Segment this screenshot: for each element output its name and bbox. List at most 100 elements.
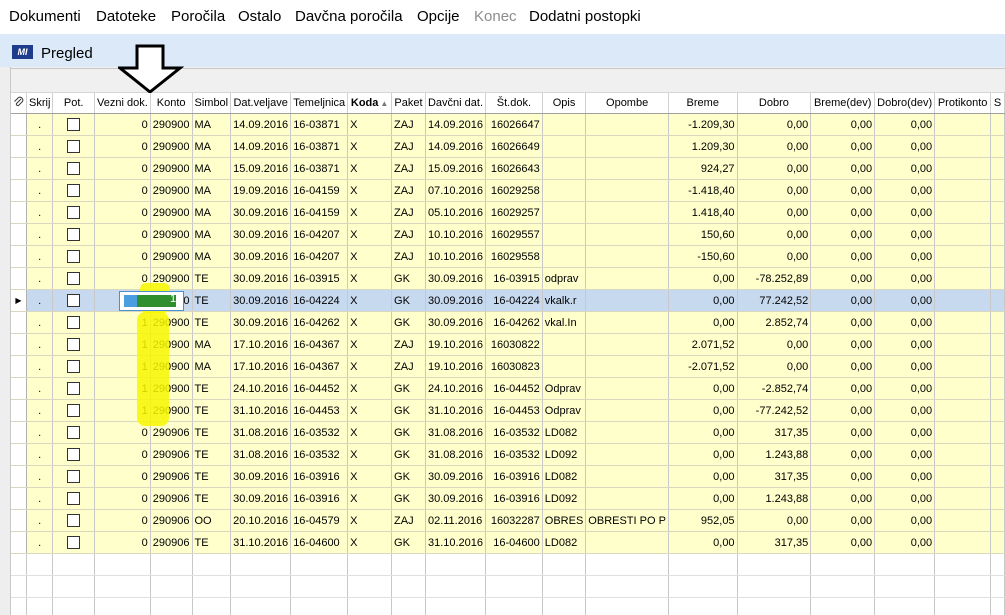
cell-tem[interactable]: 16-04159 <box>290 201 349 224</box>
cell-paket[interactable]: ZAJ <box>391 333 426 356</box>
cell-vezni[interactable]: 0 <box>94 465 151 488</box>
pot-checkbox[interactable] <box>67 448 81 461</box>
cell-paket[interactable]: GK <box>391 399 426 422</box>
cell-ddat[interactable]: 05.10.2016 <box>425 201 487 224</box>
cell-dat[interactable]: 30.09.2016 <box>230 311 292 334</box>
row-selector[interactable] <box>11 399 27 422</box>
cell-ddat[interactable]: 07.10.2016 <box>425 179 487 202</box>
pot-checkbox[interactable] <box>67 206 81 219</box>
column-header-breme[interactable]: Breme <box>668 93 738 114</box>
cell-simbol[interactable]: MA <box>192 157 232 180</box>
cell-dat[interactable]: 30.09.2016 <box>230 267 292 290</box>
cell-paket[interactable]: ZAJ <box>391 135 426 158</box>
cell-dat[interactable]: 20.10.2016 <box>230 509 292 532</box>
cell-konto[interactable]: 290906 <box>150 509 193 532</box>
pot-checkbox[interactable] <box>67 426 81 439</box>
cell-stdok[interactable]: 16029558 <box>485 245 543 268</box>
cell-bdev[interactable]: 0,00 <box>810 333 876 356</box>
cell-protikonto[interactable] <box>934 333 992 356</box>
cell-paket[interactable]: GK <box>391 487 426 510</box>
column-header-protikonto[interactable]: Protikonto <box>934 93 992 114</box>
menu-dokumenti[interactable]: Dokumenti <box>9 8 81 25</box>
cell-protikonto[interactable] <box>934 421 992 444</box>
cell-s[interactable] <box>990 333 1005 356</box>
cell-ddat[interactable]: 31.08.2016 <box>425 421 487 444</box>
cell-opis[interactable]: Odprav <box>542 399 587 422</box>
cell-breme[interactable]: 2.071,52 <box>668 333 738 356</box>
cell-opombe[interactable] <box>585 443 669 466</box>
cell-tem[interactable]: 16-04453 <box>290 399 349 422</box>
cell-opombe[interactable] <box>585 333 669 356</box>
cell-skrij[interactable]: . <box>26 113 54 136</box>
cell-opis[interactable]: vkalk.r <box>542 289 587 312</box>
cell-konto[interactable]: 290906 <box>150 443 193 466</box>
cell-ddev[interactable]: 0,00 <box>874 135 936 158</box>
cell-breme[interactable]: 0,00 <box>668 421 738 444</box>
cell-ddev[interactable]: 0,00 <box>874 377 936 400</box>
cell-s[interactable] <box>990 421 1005 444</box>
cell-stdok[interactable]: 16-03916 <box>485 465 543 488</box>
cell-breme[interactable]: 0,00 <box>668 465 738 488</box>
cell-opis[interactable]: LD082 <box>542 531 587 554</box>
cell-vezni[interactable]: 0 <box>94 179 151 202</box>
cell-koda[interactable]: X <box>347 311 393 334</box>
cell-stdok[interactable]: 16-03916 <box>485 487 543 510</box>
cell-simbol[interactable]: TE <box>192 311 232 334</box>
cell-dat[interactable]: 30.09.2016 <box>230 245 292 268</box>
pot-checkbox[interactable] <box>67 316 81 329</box>
cell-ddev[interactable]: 0,00 <box>874 267 936 290</box>
cell-protikonto[interactable] <box>934 201 992 224</box>
cell-s[interactable] <box>990 179 1005 202</box>
cell-dobro[interactable]: 0,00 <box>737 245 812 268</box>
cell-ddat[interactable]: 02.11.2016 <box>425 509 487 532</box>
cell-simbol[interactable]: MA <box>192 113 232 136</box>
cell-bdev[interactable]: 0,00 <box>810 201 876 224</box>
cell-opombe[interactable] <box>585 289 669 312</box>
cell-dat[interactable]: 31.08.2016 <box>230 421 292 444</box>
cell-ddat[interactable]: 19.10.2016 <box>425 333 487 356</box>
cell-s[interactable] <box>990 377 1005 400</box>
cell-ddat[interactable]: 31.10.2016 <box>425 531 487 554</box>
cell-skrij[interactable]: . <box>26 289 54 312</box>
cell-opombe[interactable] <box>585 311 669 334</box>
cell-paket[interactable]: GK <box>391 531 426 554</box>
cell-dat[interactable]: 17.10.2016 <box>230 355 292 378</box>
cell-dobro[interactable]: 317,35 <box>737 531 812 554</box>
cell-dobro[interactable]: 317,35 <box>737 465 812 488</box>
cell-s[interactable] <box>990 443 1005 466</box>
cell-dobro[interactable]: 0,00 <box>737 179 812 202</box>
cell-tem[interactable]: 16-03532 <box>290 421 349 444</box>
cell-ddat[interactable]: 19.10.2016 <box>425 355 487 378</box>
cell-bdev[interactable]: 0,00 <box>810 443 876 466</box>
cell-opis[interactable]: LD082 <box>542 421 587 444</box>
row-selector[interactable] <box>11 179 27 202</box>
menu-konec[interactable]: Konec <box>474 8 517 25</box>
cell-vezni[interactable]: 0 <box>94 223 151 246</box>
cell-skrij[interactable]: . <box>26 135 54 158</box>
cell-tem[interactable]: 16-03916 <box>290 465 349 488</box>
row-selector[interactable] <box>11 465 27 488</box>
pot-checkbox[interactable] <box>67 162 81 175</box>
cell-paket[interactable]: ZAJ <box>391 113 426 136</box>
cell-dat[interactable]: 30.09.2016 <box>230 487 292 510</box>
cell-ddev[interactable]: 0,00 <box>874 487 936 510</box>
cell-s[interactable] <box>990 223 1005 246</box>
pot-checkbox[interactable] <box>67 338 81 351</box>
cell-vezni[interactable]: 0 <box>94 487 151 510</box>
cell-dobro[interactable]: 0,00 <box>737 223 812 246</box>
cell-dat[interactable]: 31.10.2016 <box>230 399 292 422</box>
row-selector[interactable] <box>11 135 27 158</box>
cell-dobro[interactable]: -77.242,52 <box>737 399 812 422</box>
column-header-dat-veljave[interactable]: Dat.veljave <box>230 93 292 114</box>
cell-konto[interactable]: 290900 <box>150 113 193 136</box>
cell-dat[interactable]: 30.09.2016 <box>230 201 292 224</box>
cell-bdev[interactable]: 0,00 <box>810 421 876 444</box>
cell-dobro[interactable]: 0,00 <box>737 355 812 378</box>
cell-ddev[interactable]: 0,00 <box>874 399 936 422</box>
cell-opis[interactable] <box>542 333 587 356</box>
cell-ddat[interactable]: 10.10.2016 <box>425 223 487 246</box>
row-selector[interactable] <box>11 267 27 290</box>
cell-stdok[interactable]: 16-03532 <box>485 443 543 466</box>
cell-paket[interactable]: ZAJ <box>391 509 426 532</box>
cell-protikonto[interactable] <box>934 399 992 422</box>
